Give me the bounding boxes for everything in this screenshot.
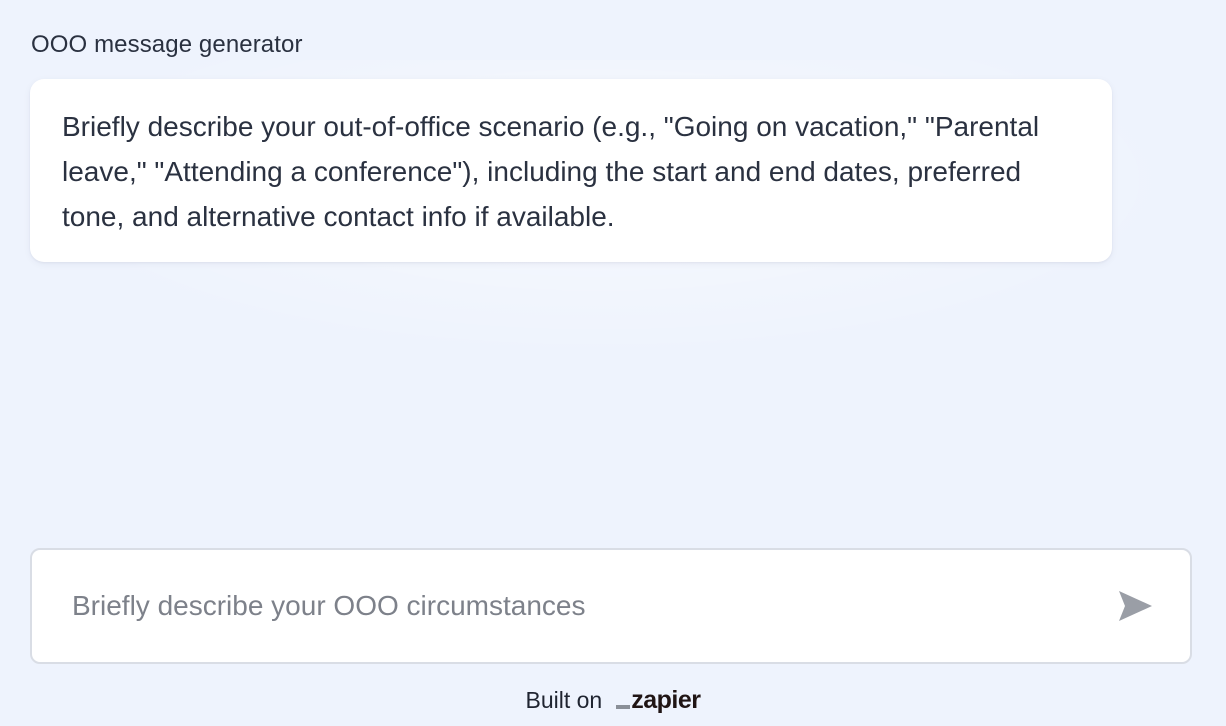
send-icon [1119, 591, 1152, 621]
message-input[interactable] [72, 584, 1072, 628]
assistant-message-bubble: Briefly describe your out-of-office scen… [30, 79, 1112, 262]
zapier-logo-mark [616, 705, 631, 709]
zapier-logo-word: zapier [631, 686, 701, 714]
send-button[interactable] [1115, 588, 1155, 624]
zapier-logo[interactable]: zapier [616, 685, 701, 715]
built-on-label: Built on [525, 686, 603, 713]
message-composer [30, 548, 1192, 664]
footer: Built on zapier [0, 682, 1226, 718]
assistant-message-text: Briefly describe your out-of-office scen… [62, 111, 1040, 232]
chat-title: OOO message generator [31, 31, 303, 58]
